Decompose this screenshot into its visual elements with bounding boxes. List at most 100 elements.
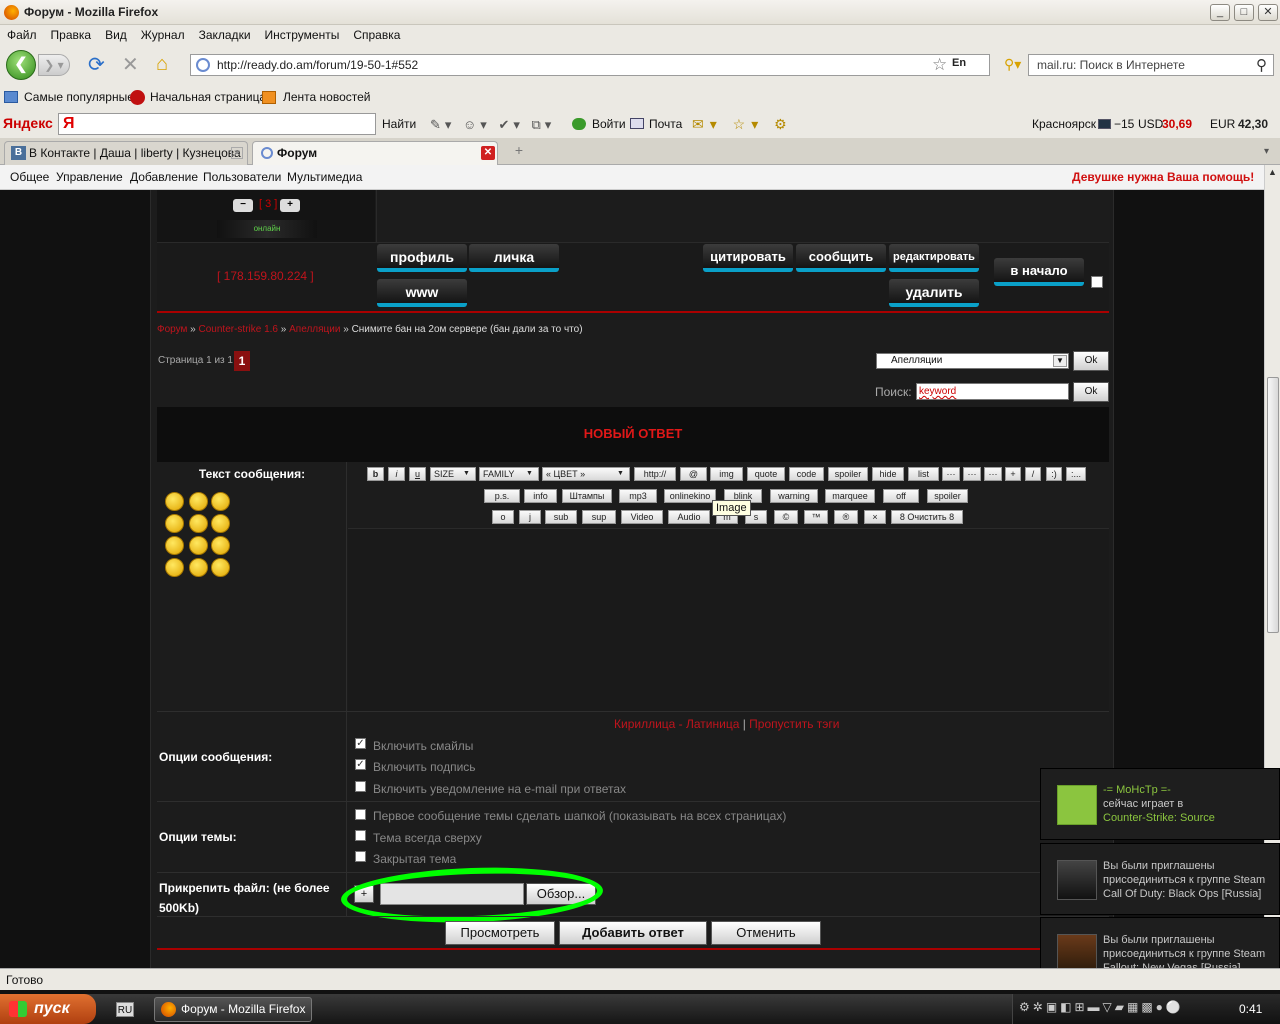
bb-more-button[interactable]: :... [1066,467,1086,481]
bb-onlinekino-button[interactable]: onlinekino [664,489,716,503]
scrollbar-thumb[interactable] [1267,377,1279,633]
minimize-button[interactable]: _ [1210,4,1230,21]
smiley-sad-icon[interactable] [165,536,184,555]
submit-reply-button[interactable]: Добавить ответ [559,921,707,945]
bb-j-button[interactable]: j [519,510,541,524]
close-button[interactable]: ✕ [1258,4,1278,21]
bb-color-select[interactable]: « ЦВЕТ » ▼ [542,467,630,481]
forward-button[interactable]: ❯ ▾ [38,54,70,76]
menu-help[interactable]: Справка [346,25,407,45]
bb-italic-button[interactable]: i [388,467,405,481]
bb-img-button[interactable]: img [710,467,743,481]
sitenav-users[interactable]: Пользователи [203,170,281,184]
menu-view[interactable]: Вид [98,25,134,45]
yandex-tools-icons[interactable]: ✎▾ ☺▾ ✔▾ ⧉▾ [430,117,555,133]
www-button[interactable]: www [377,279,467,307]
bb-mp3-button[interactable]: mp3 [619,489,657,503]
bb-audio-button[interactable]: Audio [668,510,710,524]
smiley-cool-icon[interactable] [211,492,230,511]
bb-align-left-button[interactable]: ··· [942,467,960,481]
cancel-button[interactable]: Отменить [711,921,821,945]
current-page[interactable]: 1 [234,351,250,371]
smiley-smile-icon[interactable] [189,514,208,533]
message-textarea[interactable] [348,528,1109,711]
language-bar[interactable]: RU [116,1002,134,1017]
bb-spoiler-button[interactable]: spoiler [828,467,868,481]
yandex-logo[interactable]: Яндекс [3,115,53,131]
back-button[interactable]: ❮ [6,50,36,80]
smiley-tongue-icon[interactable] [211,558,230,577]
rep-plus-button[interactable]: + [280,199,300,212]
menu-file[interactable]: Файл [0,25,44,45]
bb-registered-button[interactable]: ® [834,510,858,524]
bb-video-button[interactable]: Video [621,510,663,524]
yandex-search-input[interactable]: Я [58,113,376,135]
breadcrumb-forum[interactable]: Форум [157,324,187,335]
new-tab-button[interactable]: + [508,142,530,162]
bb-size-select[interactable]: SIZE ▼ [430,467,476,481]
sitenav-manage[interactable]: Управление [56,170,123,184]
bb-list-button[interactable]: list [908,467,939,481]
preview-button[interactable]: Просмотреть [445,921,555,945]
bb-info-button[interactable]: info [524,489,557,503]
edit-button[interactable]: редактировать [889,244,979,272]
search-icon[interactable]: ⚲ [1256,56,1267,74]
smiley-grin-icon[interactable] [189,492,208,511]
start-button[interactable]: пуск [0,994,96,1024]
menu-bookmarks[interactable]: Закладки [192,25,258,45]
bb-o-button[interactable]: o [492,510,514,524]
bookmark-news[interactable]: Лента новостей [283,90,371,104]
bb-align-right-button[interactable]: ··· [984,467,1002,481]
bb-underline-button[interactable]: u [409,467,426,481]
home-icon[interactable]: ⌂ [156,54,168,74]
sitenav-alert[interactable]: Девушке нужна Ваша помощь! [1072,170,1254,184]
closed-checkbox[interactable] [355,851,366,862]
tab-vkontakte[interactable]: B В Контакте | Даша | liberty | Кузнецов… [4,141,248,165]
tray-icons[interactable]: ⚙✲▣◧⊞▬▽▰▦▩●⚪ [1019,1000,1184,1014]
site-identity-icon[interactable] [196,58,210,72]
bb-sub-button[interactable]: sub [545,510,577,524]
weather-city[interactable]: Красноярск [1032,117,1096,131]
to-top-button[interactable]: в начало [994,258,1084,286]
email-notify-checkbox[interactable] [355,781,366,792]
report-button[interactable]: сообщить [796,244,886,272]
bookmark-popular[interactable]: Самые популярные [24,90,134,104]
bb-smile-button[interactable]: :) [1046,467,1062,481]
yandex-login[interactable]: Войти [592,117,626,131]
smiley-happy-icon[interactable] [189,536,208,555]
bb-warning-button[interactable]: warning [770,489,818,503]
bb-bold-button[interactable]: b [367,467,384,481]
smileys-checkbox[interactable]: ✓ [355,738,366,749]
search-engine-icon[interactable]: ⚲▾ [1004,56,1021,73]
bb-spoiler2-button[interactable]: spoiler [927,489,968,503]
rep-minus-button[interactable]: − [233,199,253,212]
sitenav-add[interactable]: Добавление [130,170,198,184]
bb-quote-button[interactable]: quote [747,467,785,481]
steam-notification-playing[interactable]: -= MoHcTp =- сейчас играет в Counter-Str… [1040,768,1280,840]
scroll-up-icon[interactable]: ▲ [1266,167,1279,181]
sticky-checkbox[interactable] [355,830,366,841]
search-input[interactable]: mail.ru: Поиск в Интернете [1028,54,1274,76]
menu-tools[interactable]: Инструменты [258,25,347,45]
delete-button[interactable]: удалить [889,279,979,307]
translit-cyrillic[interactable]: Кириллица [614,717,675,731]
translit-skip-tags[interactable]: Пропустить тэги [749,717,839,731]
smiley-wink-icon[interactable] [211,514,230,533]
bb-clear-button[interactable]: 8 Очистить 8 [891,510,963,524]
signature-checkbox[interactable]: ✓ [355,759,366,770]
smiley-shock-icon[interactable] [165,514,184,533]
bb-times-button[interactable]: × [864,510,886,524]
yandex-mail[interactable]: Почта [649,117,682,131]
smiley-laugh-icon[interactable] [165,558,184,577]
stop-icon[interactable]: ✕ [122,55,139,75]
forum-jump-select[interactable]: Апелляции ▼ [876,353,1069,369]
header-post-checkbox[interactable] [355,809,366,820]
eur-rate[interactable]: 42,30 [1238,117,1268,131]
tab-close-icon[interactable]: ✕ [481,146,495,160]
tab-close-icon[interactable]: ✕ [231,147,243,159]
tab-forum[interactable]: Форум ✕ [252,141,498,165]
sitenav-general[interactable]: Общее [10,170,49,184]
yandex-find-button[interactable]: Найти [382,117,416,131]
bb-trademark-button[interactable]: ™ [804,510,828,524]
tab-list-icon[interactable]: ▾ [1264,146,1269,157]
